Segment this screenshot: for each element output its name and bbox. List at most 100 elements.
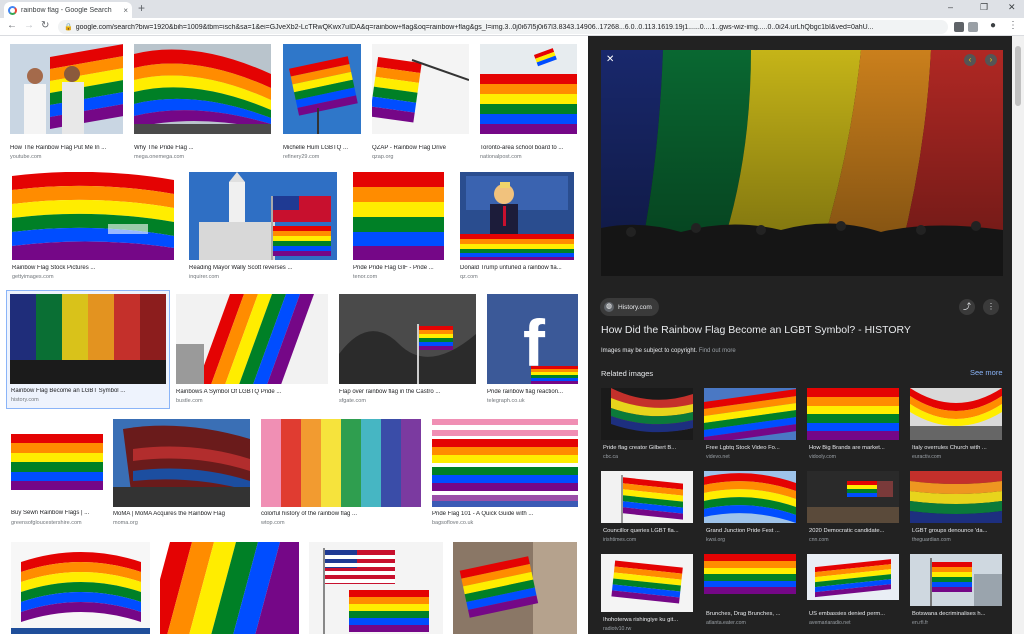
window-close-icon[interactable]: ✕ [1008,2,1016,13]
result-item[interactable]: Flap over rainbow flag in the Castro ...… [339,294,476,406]
reload-icon[interactable]: ↻ [41,20,49,31]
related-thumbnail[interactable] [601,388,693,440]
address-bar[interactable]: 🔒 google.com/search?biw=1920&bih=1009&tb… [58,20,948,34]
result-item[interactable]: MoMA | MoMA Acquires the Rainbow Flag mo… [113,419,250,532]
result-caption[interactable]: Pride Pride Flag GIF - Pride ... [353,265,444,271]
related-caption[interactable]: LGBT groups denounce 'da... [912,528,1002,534]
result-thumbnail[interactable] [10,294,166,384]
related-caption[interactable]: How Big Brands are market... [809,445,899,451]
result-item[interactable] [309,542,443,634]
result-thumbnail[interactable] [261,419,421,507]
extension-icon[interactable] [954,22,964,32]
scrollbar-thumb[interactable] [1015,46,1021,106]
result-item[interactable]: How The Rainbow Flag Put Me In ... youtu… [10,44,123,164]
result-item[interactable]: Rainbows A Symbol Of LGBTQ Pride ... bus… [176,294,328,406]
result-item[interactable]: Why The Pride Flag ... mega.onemega.com [134,44,271,164]
result-thumbnail[interactable] [189,172,337,260]
close-preview-icon[interactable]: ✕ [606,54,614,65]
result-thumbnail[interactable] [432,419,578,507]
tab-close-icon[interactable]: × [123,6,128,15]
result-thumbnail[interactable] [11,542,150,634]
result-thumbnail[interactable] [309,542,443,634]
related-thumbnail[interactable] [910,554,1002,606]
result-thumbnail[interactable] [283,44,361,134]
related-caption[interactable]: 2020 Democratic candidate... [809,528,899,534]
result-item[interactable]: Pride Pride Flag GIF - Pride ... tenor.c… [353,172,444,284]
browser-menu-icon[interactable]: ⋮ [1008,20,1018,31]
related-caption[interactable]: Councillor queries LGBT fla... [603,528,693,534]
related-caption[interactable]: Brunches, Drag Brunches, ... [706,611,796,617]
related-caption[interactable]: Pride flag creator Gilbert B... [603,445,693,451]
minimize-icon[interactable]: – [948,2,953,12]
result-thumbnail[interactable] [113,419,250,507]
previous-image-icon[interactable]: ‹ [964,54,976,66]
result-item[interactable]: Toronto-area school board to ... nationa… [480,44,577,164]
result-item[interactable]: colorful history of the rainbow flag ...… [261,419,421,532]
result-thumbnail[interactable] [134,44,271,134]
related-caption[interactable]: Botswana decriminalises h... [912,611,1002,617]
result-caption[interactable]: Why The Pride Flag ... [134,145,271,151]
result-thumbnail[interactable] [10,44,123,134]
result-caption[interactable]: Toronto-area school board to ... [480,145,577,151]
result-thumbnail[interactable] [11,434,103,490]
back-icon[interactable]: ← [7,20,17,31]
result-caption[interactable]: Pride Flag 101 - A Quick Guide with ... [432,511,578,517]
preview-title[interactable]: How Did the Rainbow Flag Become an LGBT … [601,324,911,336]
result-thumbnail[interactable] [372,44,469,134]
result-item[interactable]: Buy Sewn Rainbow Flags | ... greensofglo… [11,434,106,532]
result-caption[interactable]: Rainbow Flag Stock Pictures ... [12,265,174,271]
result-thumbnail[interactable] [453,542,577,634]
related-caption[interactable]: Grand Junction Pride Fest ... [706,528,796,534]
result-thumbnail[interactable] [353,172,444,260]
result-item-selected[interactable]: Rainbow Flag Become an LGBT Symbol ... h… [6,290,170,409]
maximize-icon[interactable]: ❐ [980,2,988,13]
see-more-link[interactable]: See more [970,368,1003,377]
result-thumbnail[interactable] [339,294,476,384]
result-caption[interactable]: Pride rainbow flag reaction... [487,389,578,395]
cloud-extension-icon[interactable] [968,22,978,32]
related-thumbnail[interactable] [704,554,796,594]
result-thumbnail[interactable]: f [487,294,578,384]
result-item[interactable] [453,542,577,634]
result-caption[interactable]: Buy Sewn Rainbow Flags | ... [11,510,106,516]
result-item[interactable]: Rainbow Flag Stock Pictures ... gettyima… [12,172,174,284]
profile-icon[interactable]: ● [990,20,996,31]
related-thumbnail[interactable] [910,471,1002,523]
related-thumbnail[interactable] [807,554,899,600]
source-site-chip[interactable]: ◍ History.com [600,298,659,316]
result-thumbnail[interactable] [160,542,299,634]
related-thumbnail[interactable] [910,388,1002,440]
result-thumbnail[interactable] [480,44,577,134]
related-thumbnail[interactable] [807,388,899,440]
result-thumbnail[interactable] [460,172,574,260]
next-image-icon[interactable]: › [985,54,997,66]
related-thumbnail[interactable] [601,471,693,523]
result-item[interactable]: QZAP - Rainbow Flag Drive qzap.org [372,44,469,164]
result-caption[interactable]: Rainbow Flag Become an LGBT Symbol ... [11,388,165,394]
result-caption[interactable]: Flap over rainbow flag in the Castro ... [339,389,476,395]
result-caption[interactable]: Rainbows A Symbol Of LGBTQ Pride ... [176,389,328,395]
new-tab-button[interactable]: + [138,1,145,15]
related-thumbnail[interactable] [704,388,796,440]
result-item[interactable]: f Pride rainbow flag reaction... telegra… [487,294,578,406]
result-item[interactable]: Donald Trump unfurled a rainbow fla... q… [460,172,574,284]
forward-icon[interactable]: → [24,20,34,31]
url-text[interactable]: google.com/search?biw=1920&bih=1009&tbm=… [76,24,874,31]
preview-main-image[interactable] [601,50,1003,276]
related-caption[interactable]: Italy overrules Church with ... [912,445,1002,451]
result-thumbnail[interactable] [12,172,174,260]
related-thumbnail[interactable] [807,471,899,523]
related-thumbnail[interactable] [601,554,693,612]
result-caption[interactable]: Donald Trump unfurled a rainbow fla... [460,265,574,271]
result-item[interactable]: Reading Mayor Wally Scott reverses ... i… [189,172,337,284]
result-caption[interactable]: colorful history of the rainbow flag ... [261,511,421,517]
result-item[interactable] [160,542,299,634]
browser-tab[interactable]: rainbow flag - Google Search × [4,2,132,18]
related-caption[interactable]: US embassies denied perm... [809,611,899,617]
share-icon[interactable]: ⤴ [959,299,975,315]
page-scrollbar[interactable] [1012,36,1024,634]
result-item[interactable] [11,542,150,634]
find-out-more-link[interactable]: Find out more [699,348,736,354]
result-thumbnail[interactable] [176,294,328,384]
result-item[interactable]: Michelle Hum LGBTQ ... refinery29.com [283,44,361,164]
